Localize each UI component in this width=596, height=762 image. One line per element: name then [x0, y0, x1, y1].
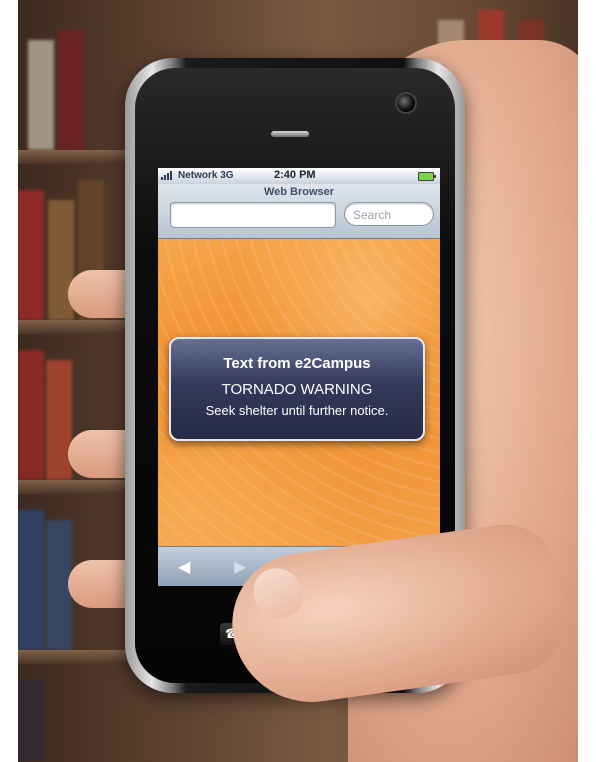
- front-camera-icon: [395, 92, 417, 114]
- background-book: [18, 350, 44, 480]
- signal-strength-icon: [161, 171, 172, 180]
- background-book: [18, 510, 44, 650]
- earpiece-speaker-icon: [271, 131, 309, 137]
- back-arrow-icon[interactable]: ◀: [178, 557, 190, 577]
- sms-alert-dialog[interactable]: Text from e2Campus TORNADO WARNING Seek …: [169, 337, 425, 441]
- status-time: 2:40 PM: [274, 169, 316, 181]
- browser-title: Web Browser: [263, 186, 335, 198]
- status-bar: Network 3G 2:40 PM: [158, 168, 440, 184]
- search-input[interactable]: Search: [344, 202, 434, 226]
- url-input[interactable]: [170, 202, 336, 228]
- background-book: [18, 680, 44, 760]
- web-content: Text from e2Campus TORNADO WARNING Seek …: [158, 239, 440, 546]
- battery-icon: [418, 172, 436, 181]
- background-book: [46, 360, 72, 480]
- alert-title: Text from e2Campus: [223, 355, 371, 372]
- phone-screen: Network 3G 2:40 PM Web Browser Search Te…: [158, 168, 440, 586]
- background-book: [28, 40, 54, 150]
- alert-message: Seek shelter until further notice.: [205, 403, 389, 418]
- carrier-label: Network 3G: [178, 170, 234, 181]
- browser-header: Web Browser Search: [158, 184, 440, 239]
- forward-arrow-icon[interactable]: ▶: [234, 557, 246, 577]
- alert-headline: TORNADO WARNING: [221, 381, 373, 398]
- background-book: [18, 190, 44, 320]
- background-book: [58, 30, 84, 150]
